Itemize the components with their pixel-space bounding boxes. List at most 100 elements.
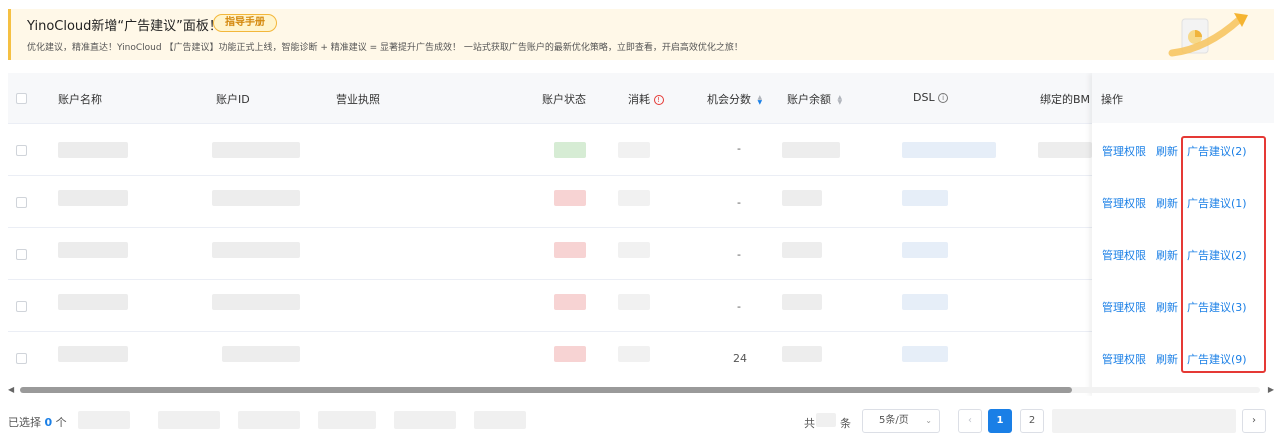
spend-cell	[618, 142, 650, 158]
spend-cell	[618, 346, 650, 362]
page-1-button[interactable]: 1	[988, 409, 1012, 433]
opportunity-score-cell: -	[737, 248, 741, 261]
status-badge	[554, 294, 586, 310]
row-checkbox[interactable]	[16, 353, 27, 364]
spend-cell	[618, 242, 650, 258]
manage-permissions-link[interactable]: 管理权限	[1102, 247, 1146, 263]
balance-cell	[782, 346, 822, 362]
status-badge	[554, 346, 586, 362]
selected-prefix: 已选择	[8, 416, 41, 429]
growth-chart-illustration	[1168, 13, 1248, 57]
status-badge	[554, 142, 586, 158]
table-header: 账户名称 账户ID 营业执照 账户状态 消耗 ! 机会分数 ▲ ▼ 账户余额 ▲ ▼…	[8, 73, 1274, 123]
opportunity-score-cell: -	[737, 300, 741, 313]
account-name-cell	[58, 294, 128, 310]
batch-action-placeholder	[78, 411, 130, 429]
account-id-cell	[212, 190, 300, 206]
opportunity-score-cell: -	[737, 142, 741, 155]
row-checkbox[interactable]	[16, 197, 27, 208]
total-suffix: 条	[840, 417, 851, 430]
table-row: -	[8, 279, 1274, 331]
refresh-link[interactable]: 刷新	[1156, 143, 1178, 159]
header-business-license: 营业执照	[336, 93, 380, 106]
warning-info-icon[interactable]: !	[653, 95, 664, 105]
announcement-banner: YinoCloud新增“广告建议”面板！ 指导手册 优化建议，精准直达！Yino…	[8, 9, 1274, 60]
page-2-button[interactable]: 2	[1020, 409, 1044, 433]
balance-cell	[782, 190, 822, 206]
banner-description: 优化建议，精准直达！YinoCloud 【广告建议】功能正式上线，智能诊断 + …	[27, 43, 743, 53]
batch-action-placeholder	[158, 411, 220, 429]
page-size-select[interactable]: 5条/页 ⌄	[862, 409, 940, 433]
scroll-left-icon[interactable]: ◀	[8, 385, 14, 394]
account-name-cell	[58, 346, 128, 362]
dsl-cell	[902, 242, 948, 258]
header-balance-label: 账户余额	[787, 93, 831, 106]
refresh-link[interactable]: 刷新	[1156, 247, 1178, 263]
guide-manual-button[interactable]: 指导手册	[213, 14, 277, 32]
account-name-cell	[58, 142, 128, 158]
batch-action-placeholder	[238, 411, 300, 429]
jump-to-page-placeholder	[1052, 409, 1236, 433]
selected-number: 0	[44, 416, 53, 429]
account-id-cell	[212, 242, 300, 258]
sort-icon[interactable]: ▲ ▼	[758, 95, 763, 106]
header-opportunity-score[interactable]: 机会分数 ▲ ▼	[707, 91, 762, 107]
horizontal-scrollbar[interactable]: ◀ ▶	[8, 385, 1274, 395]
row-checkbox[interactable]	[16, 249, 27, 260]
header-balance[interactable]: 账户余额 ▲ ▼	[787, 91, 842, 107]
row-checkbox[interactable]	[16, 301, 27, 312]
account-id-cell	[212, 142, 300, 158]
bm-cell	[1038, 142, 1092, 158]
info-icon[interactable]: i	[938, 93, 949, 103]
header-spend-label: 消耗	[628, 93, 650, 106]
accounts-table: 账户名称 账户ID 营业执照 账户状态 消耗 ! 机会分数 ▲ ▼ 账户余额 ▲ ▼…	[8, 73, 1274, 396]
table-row: 24	[8, 331, 1274, 383]
account-id-cell	[212, 294, 300, 310]
opportunity-score-cell: -	[737, 196, 741, 209]
spend-cell	[618, 190, 650, 206]
header-actions: 操作	[1101, 93, 1123, 106]
dsl-cell	[902, 190, 948, 206]
page-size-value: 5条/页	[879, 415, 909, 426]
scroll-thumb[interactable]	[20, 387, 1072, 393]
refresh-link[interactable]: 刷新	[1156, 351, 1178, 367]
total-count	[816, 413, 836, 427]
manage-permissions-link[interactable]: 管理权限	[1102, 299, 1146, 315]
balance-cell	[782, 142, 840, 158]
refresh-link[interactable]: 刷新	[1156, 299, 1178, 315]
spend-cell	[618, 294, 650, 310]
scroll-right-icon[interactable]: ▶	[1268, 385, 1274, 394]
sort-icon[interactable]: ▲ ▼	[838, 95, 843, 106]
header-account-id: 账户ID	[216, 93, 250, 106]
actions-header: 操作	[1092, 73, 1274, 123]
balance-cell	[782, 294, 822, 310]
manage-permissions-link[interactable]: 管理权限	[1102, 143, 1146, 159]
dsl-cell	[902, 346, 948, 362]
select-all-checkbox[interactable]	[16, 93, 27, 104]
selected-count: 已选择 0 个	[8, 414, 67, 430]
table-row: -	[8, 123, 1274, 175]
table-row: -	[8, 227, 1274, 279]
batch-action-placeholder	[394, 411, 456, 429]
selected-suffix: 个	[55, 416, 67, 429]
batch-action-placeholder	[318, 411, 376, 429]
header-dsl: DSL i	[913, 91, 949, 104]
header-dsl-label: DSL	[913, 91, 935, 104]
prev-page-button[interactable]: ‹	[958, 409, 982, 433]
table-row: -	[8, 175, 1274, 227]
ad-suggestions-highlight	[1181, 136, 1266, 373]
manage-permissions-link[interactable]: 管理权限	[1102, 195, 1146, 211]
refresh-link[interactable]: 刷新	[1156, 195, 1178, 211]
account-id-cell	[222, 346, 300, 362]
table-footer: 已选择 0 个 共 条 5条/页 ⌄ ‹ 1 2 ›	[0, 405, 1280, 437]
banner-title: YinoCloud新增“广告建议”面板！	[27, 19, 222, 34]
manage-permissions-link[interactable]: 管理权限	[1102, 351, 1146, 367]
account-name-cell	[58, 242, 128, 258]
status-badge	[554, 190, 586, 206]
balance-cell	[782, 242, 822, 258]
total-prefix: 共	[804, 417, 815, 430]
header-spend: 消耗 !	[628, 91, 664, 107]
row-checkbox[interactable]	[16, 145, 27, 156]
header-account-name: 账户名称	[58, 93, 102, 106]
next-page-button[interactable]: ›	[1242, 409, 1266, 433]
